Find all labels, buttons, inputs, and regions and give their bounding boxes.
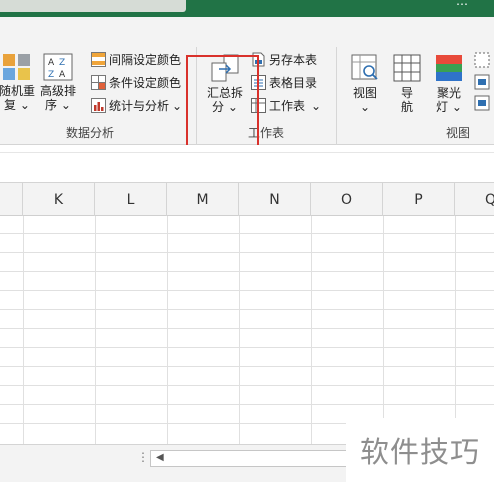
worksheet-label: 工作表 <box>269 98 306 113</box>
column-header-k[interactable]: K <box>23 183 95 217</box>
random-repeat-label-2: 复 <box>4 98 17 112</box>
grid-line <box>239 216 240 444</box>
grid-line <box>0 366 494 367</box>
interval-color-button[interactable]: 间隔设定颜色 <box>91 52 181 67</box>
view-label: 视图 <box>352 86 377 100</box>
sort-az-icon: A Z Z A <box>43 53 73 81</box>
column-header-l[interactable]: L <box>95 183 167 217</box>
horizontal-scrollbar[interactable] <box>150 450 350 467</box>
grid-line <box>0 271 494 272</box>
title-search-box[interactable] <box>0 0 186 12</box>
spotlight-label-1: 聚光 <box>436 86 461 100</box>
grid-line <box>23 216 24 444</box>
grid-line <box>0 290 494 291</box>
column-headers: K L M N O P Q <box>0 182 494 217</box>
grid-line <box>0 385 494 386</box>
random-repeat-label-1: 随机重 <box>0 84 35 98</box>
column-header-m[interactable]: M <box>167 183 239 217</box>
worksheet-menu-button[interactable]: 工作表 ⌄ <box>251 98 321 113</box>
sheet-directory-button[interactable]: 表格目录 <box>251 75 317 90</box>
chevron-down-icon: ⌄ <box>311 98 322 113</box>
stats-analysis-icon <box>91 98 106 113</box>
column-header-p[interactable]: P <box>383 183 455 217</box>
random-repeat-button[interactable]: 随机重 复 ⌄ <box>0 53 37 112</box>
column-header-partial[interactable] <box>0 183 23 217</box>
grid-line <box>0 328 494 329</box>
column-header-o[interactable]: O <box>311 183 383 217</box>
advanced-sort-label-2: 序 <box>45 98 58 112</box>
navigation-button[interactable]: 导 航 <box>390 53 424 114</box>
chevron-down-icon: ⌄ <box>359 100 371 114</box>
save-sheet-button[interactable]: 另存本表 <box>251 52 317 67</box>
grid-line <box>383 216 384 444</box>
cell-grid[interactable] <box>0 216 494 444</box>
group-label-view: 视图 <box>446 126 471 140</box>
chevron-down-icon: ⌄ <box>19 98 30 112</box>
splitter-dots-icon[interactable]: ⋮ <box>137 451 149 463</box>
svg-text:Z: Z <box>59 58 65 68</box>
divider <box>0 152 494 153</box>
scroll-left-icon[interactable]: ◀ <box>156 452 164 463</box>
sheet-directory-label: 表格目录 <box>269 75 318 90</box>
grid-line <box>0 233 494 234</box>
title-bar: … <box>0 0 494 17</box>
conditional-color-icon <box>91 75 106 90</box>
random-repeat-icon <box>3 54 30 80</box>
svg-text:Z: Z <box>48 70 54 80</box>
stats-analysis-label: 统计与分析 <box>109 98 170 113</box>
grid-line <box>167 216 168 444</box>
grid-line <box>0 309 494 310</box>
chevron-down-icon: ⌄ <box>451 100 462 114</box>
grid-line <box>0 404 494 405</box>
stats-analysis-button[interactable]: 统计与分析 ⌄ <box>91 98 182 113</box>
column-header-n[interactable]: N <box>239 183 311 217</box>
view-button[interactable]: 视图 ⌄ <box>345 53 385 114</box>
spotlight-icon <box>436 55 462 81</box>
advanced-sort-button[interactable]: A Z Z A 高级排 序 ⌄ <box>38 53 78 112</box>
ribbon: 随机重 复 ⌄ A Z Z A 高级排 序 ⌄ 间隔设定颜色 条件设定颜色 统计… <box>0 17 494 149</box>
navigation-label-1: 导 <box>400 86 413 100</box>
view-magnifier-icon <box>351 54 378 80</box>
grid-line <box>0 347 494 348</box>
formula-area <box>0 145 494 182</box>
interval-color-icon <box>91 52 106 67</box>
grid-line <box>95 216 96 444</box>
conditional-color-button[interactable]: 条件设定颜色 <box>91 75 181 90</box>
column-header-q[interactable]: Q <box>455 183 494 217</box>
svg-text:A: A <box>59 70 66 80</box>
group-separator <box>336 47 337 147</box>
navigation-label-2: 航 <box>400 100 413 114</box>
save-sheet-label: 另存本表 <box>269 52 318 67</box>
interval-color-label: 间隔设定颜色 <box>109 52 182 67</box>
conditional-color-label: 条件设定颜色 <box>109 75 182 90</box>
title-overflow-icon[interactable]: … <box>456 0 469 8</box>
overflow-view-icons <box>474 52 490 111</box>
svg-text:A: A <box>48 58 55 68</box>
grid-line <box>0 252 494 253</box>
group-label-data-analysis: 数据分析 <box>66 126 115 140</box>
grid-line <box>455 216 456 444</box>
highlight-box <box>186 55 259 149</box>
watermark: 软件技巧 <box>346 418 494 482</box>
navigation-grid-icon <box>393 54 421 82</box>
chevron-down-icon: ⌄ <box>172 98 183 113</box>
spotlight-button[interactable]: 聚光 灯 ⌄ <box>430 53 468 114</box>
advanced-sort-label-1: 高级排 <box>39 84 76 98</box>
grid-line <box>311 216 312 444</box>
spotlight-label-2: 灯 <box>436 100 449 114</box>
chevron-down-icon: ⌄ <box>60 98 71 112</box>
